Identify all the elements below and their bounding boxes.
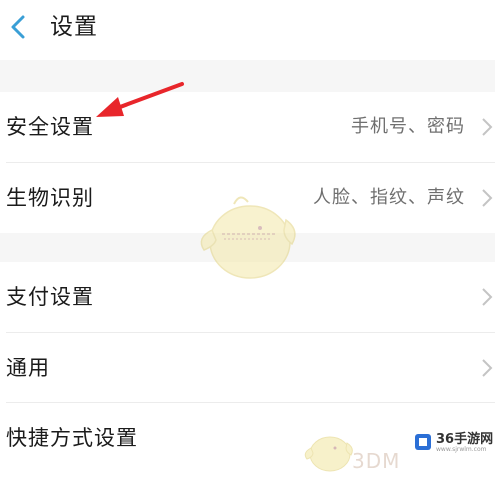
chevron-left-icon[interactable] bbox=[6, 13, 30, 41]
watermark-3dm: 3DM bbox=[352, 449, 401, 473]
mascot-small-watermark-icon bbox=[304, 436, 353, 472]
list-item-label: 支付设置 bbox=[6, 285, 94, 309]
list-item-security-settings[interactable]: 安全设置 手机号、密码 bbox=[0, 92, 495, 162]
logo-36-icon bbox=[415, 434, 431, 450]
mascot-watermark-icon bbox=[200, 196, 296, 279]
list-item-label: 生物识别 bbox=[6, 186, 94, 210]
list-item-label: 通用 bbox=[6, 356, 50, 380]
list-item-label: 快捷方式设置 bbox=[6, 426, 138, 450]
chevron-right-icon bbox=[482, 118, 493, 136]
watermark-36-url: www.sjrwlm.com bbox=[436, 446, 487, 453]
watermark-36-logo: 36手游网 www.sjrwlm.com bbox=[412, 432, 495, 454]
list-item-label: 安全设置 bbox=[6, 115, 94, 139]
chevron-right-icon bbox=[482, 288, 493, 306]
header-bar: 设置 bbox=[0, 0, 495, 60]
chevron-right-icon bbox=[482, 189, 493, 207]
list-item-value: 手机号、密码 bbox=[351, 116, 465, 137]
chevron-right-icon bbox=[482, 359, 493, 377]
page-title: 设置 bbox=[50, 14, 98, 40]
list-item-general[interactable]: 通用 bbox=[0, 333, 495, 403]
list-item-value: 人脸、指纹、声纹 bbox=[313, 187, 465, 208]
